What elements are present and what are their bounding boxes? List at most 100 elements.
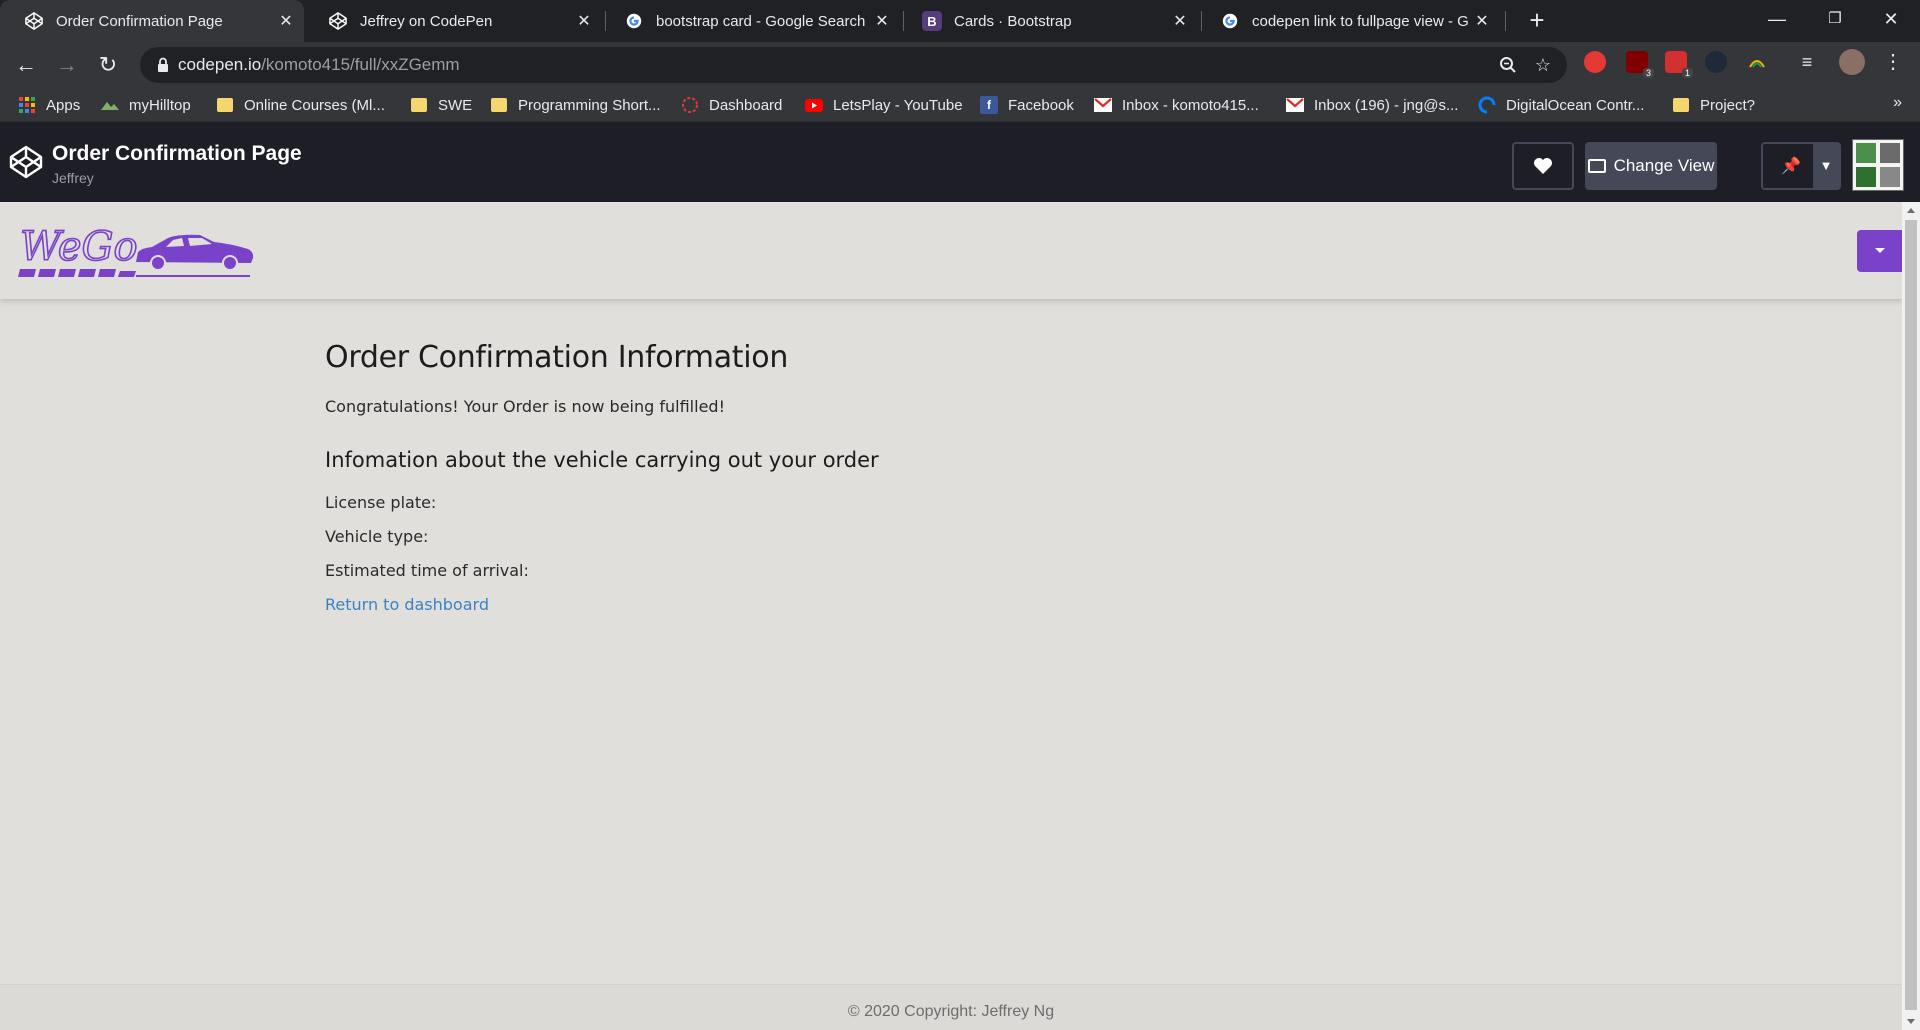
scrollbar-thumb[interactable]: [1905, 220, 1917, 1010]
bookmark-myhilltop[interactable]: myHilltop: [101, 88, 191, 122]
extension-badge: 1: [1681, 68, 1693, 78]
license-plate-label: License plate:: [325, 493, 437, 512]
page-heading: Order Confirmation Information: [325, 340, 789, 375]
star-icon[interactable]: ☆: [1533, 56, 1553, 76]
folder-icon: [490, 96, 508, 114]
user-avatar[interactable]: [1852, 139, 1904, 191]
navbar-toggle-button[interactable]: [1857, 230, 1902, 272]
tab-cards-bootstrap[interactable]: B Cards · Bootstrap ✕: [898, 0, 1198, 42]
rainbow-extension-icon[interactable]: [1746, 51, 1768, 73]
pin-icon: 📌: [1781, 158, 1801, 175]
bookmark-label: Inbox - komoto415...: [1122, 96, 1259, 114]
browser-toolbar: ← → ↻ codepen.io/komoto415/full/xxZGemm …: [0, 42, 1920, 88]
vehicle-fields: License plate: Vehicle type: Estimated t…: [325, 486, 879, 622]
bookmark-inbox-jng[interactable]: Inbox (196) - jng@s...: [1286, 88, 1458, 122]
adblock-extension-icon[interactable]: [1584, 51, 1606, 73]
bookmark-letsplay[interactable]: LetsPlay - YouTube: [805, 88, 963, 122]
copyright-text: © 2020 Copyright: Jeffrey Ng: [847, 1003, 1055, 1020]
url-host: codepen.io: [178, 55, 262, 74]
bookmark-label: SWE: [438, 96, 473, 114]
heart-icon: [1534, 158, 1552, 174]
hilltop-icon: [101, 96, 119, 114]
codepen-logo-icon[interactable]: [8, 144, 44, 180]
minimize-icon[interactable]: —: [1748, 0, 1806, 40]
heart-button[interactable]: [1512, 142, 1574, 190]
close-icon[interactable]: ✕: [1472, 11, 1492, 31]
vertical-scrollbar[interactable]: [1902, 202, 1920, 1030]
dashboard-icon: [681, 96, 699, 114]
bookmark-label: Facebook: [1008, 96, 1074, 114]
bookmark-label: myHilltop: [129, 96, 191, 114]
bookmark-label: Inbox (196) - jng@s...: [1314, 96, 1459, 114]
bookmark-apps[interactable]: Apps: [18, 88, 80, 122]
digitalocean-icon: [1478, 96, 1496, 114]
tab-label: Cards · Bootstrap: [954, 12, 1072, 30]
address-bar[interactable]: codepen.io/komoto415/full/xxZGemm ☆: [140, 47, 1567, 83]
order-confirmation-content: Order Confirmation Information Congratul…: [325, 340, 879, 622]
folder-icon: [1672, 96, 1690, 114]
bookmark-online-courses[interactable]: Online Courses (Ml...: [216, 88, 385, 122]
codepen-icon: [328, 11, 348, 31]
folder-icon: [216, 96, 234, 114]
scroll-down-icon[interactable]: [1907, 1019, 1915, 1024]
tab-label: Jeffrey on CodePen: [360, 12, 493, 30]
change-view-label: Change View: [1613, 156, 1715, 175]
window-close-icon[interactable]: ✕: [1862, 0, 1920, 40]
vehicle-type-label: Vehicle type:: [325, 527, 429, 546]
pin-button[interactable]: 📌 ▼: [1761, 142, 1841, 190]
chevron-down-icon[interactable]: ▼: [1813, 144, 1839, 188]
forward-arrow-icon[interactable]: →: [51, 49, 83, 81]
tab-bootstrap-search[interactable]: bootstrap card - Google Search ✕: [600, 0, 900, 42]
close-icon[interactable]: ✕: [872, 11, 892, 31]
vehicle-info-heading: Infomation about the vehicle carrying ou…: [325, 448, 879, 472]
extension-icon[interactable]: 1: [1665, 51, 1693, 78]
bookmark-label: Apps: [46, 96, 81, 114]
change-view-button[interactable]: Change View: [1585, 142, 1717, 190]
bookmark-label: DigitalOcean Contr...: [1506, 96, 1645, 114]
eta-label: Estimated time of arrival:: [325, 561, 529, 580]
restore-icon[interactable]: ❐: [1806, 0, 1864, 40]
bootstrap-icon: B: [922, 11, 942, 31]
bookmarks-overflow-button[interactable]: »: [1893, 94, 1902, 112]
profile-avatar[interactable]: [1839, 49, 1865, 75]
close-icon[interactable]: ✕: [574, 11, 594, 31]
tab-order-confirmation[interactable]: Order Confirmation Page ✕: [0, 0, 304, 42]
bookmark-inbox-komoto[interactable]: Inbox - komoto415...: [1094, 88, 1259, 122]
owl-extension-icon[interactable]: [1705, 51, 1727, 73]
ublock-extension-icon[interactable]: 3: [1626, 51, 1654, 78]
media-control-icon[interactable]: ≡: [1796, 51, 1818, 73]
menu-icon[interactable]: ⋮: [1882, 51, 1904, 73]
url-text: codepen.io/komoto415/full/xxZGemm: [178, 55, 460, 75]
return-to-dashboard-link[interactable]: Return to dashboard: [325, 595, 489, 614]
bookmark-swe[interactable]: SWE: [410, 88, 472, 122]
bookmark-label: Programming Short...: [518, 96, 661, 114]
back-arrow-icon[interactable]: ←: [10, 49, 42, 81]
bookmark-label: Online Courses (Ml...: [244, 96, 385, 114]
codepen-icon: [24, 11, 44, 31]
extension-badge: 3: [1642, 68, 1654, 78]
bookmark-project[interactable]: Project?: [1672, 88, 1755, 122]
youtube-icon: [805, 96, 823, 114]
layout-icon: [1587, 159, 1606, 173]
lock-icon: [158, 57, 168, 72]
google-icon: [624, 11, 644, 31]
bookmark-digitalocean[interactable]: DigitalOcean Contr...: [1478, 88, 1644, 122]
bookmark-label: Project?: [1700, 96, 1756, 114]
pen-author[interactable]: Jeffrey: [52, 170, 94, 186]
tab-jeffrey-codepen[interactable]: Jeffrey on CodePen ✕: [304, 0, 602, 42]
close-icon[interactable]: ✕: [1170, 11, 1190, 31]
brand-text: WeGo: [20, 224, 138, 270]
tab-codepen-link-search[interactable]: codepen link to fullpage view - G ✕: [1196, 0, 1500, 42]
wego-logo[interactable]: WeGo: [18, 222, 254, 280]
tab-label: Order Confirmation Page: [56, 12, 223, 30]
reload-icon[interactable]: ↻: [92, 49, 124, 81]
bookmark-dashboard[interactable]: Dashboard: [681, 88, 782, 122]
scroll-up-icon[interactable]: [1907, 208, 1915, 213]
new-tab-button[interactable]: +: [1520, 4, 1554, 38]
bookmarks-bar: Apps myHilltop Online Courses (Ml... SWE…: [0, 88, 1920, 122]
bookmark-facebook[interactable]: f Facebook: [980, 88, 1074, 122]
zoom-icon[interactable]: [1498, 56, 1518, 76]
page-viewport: WeGo Order Confirmation Information Cong…: [0, 202, 1902, 1030]
bookmark-programming[interactable]: Programming Short...: [490, 88, 661, 122]
close-icon[interactable]: ✕: [276, 11, 296, 31]
